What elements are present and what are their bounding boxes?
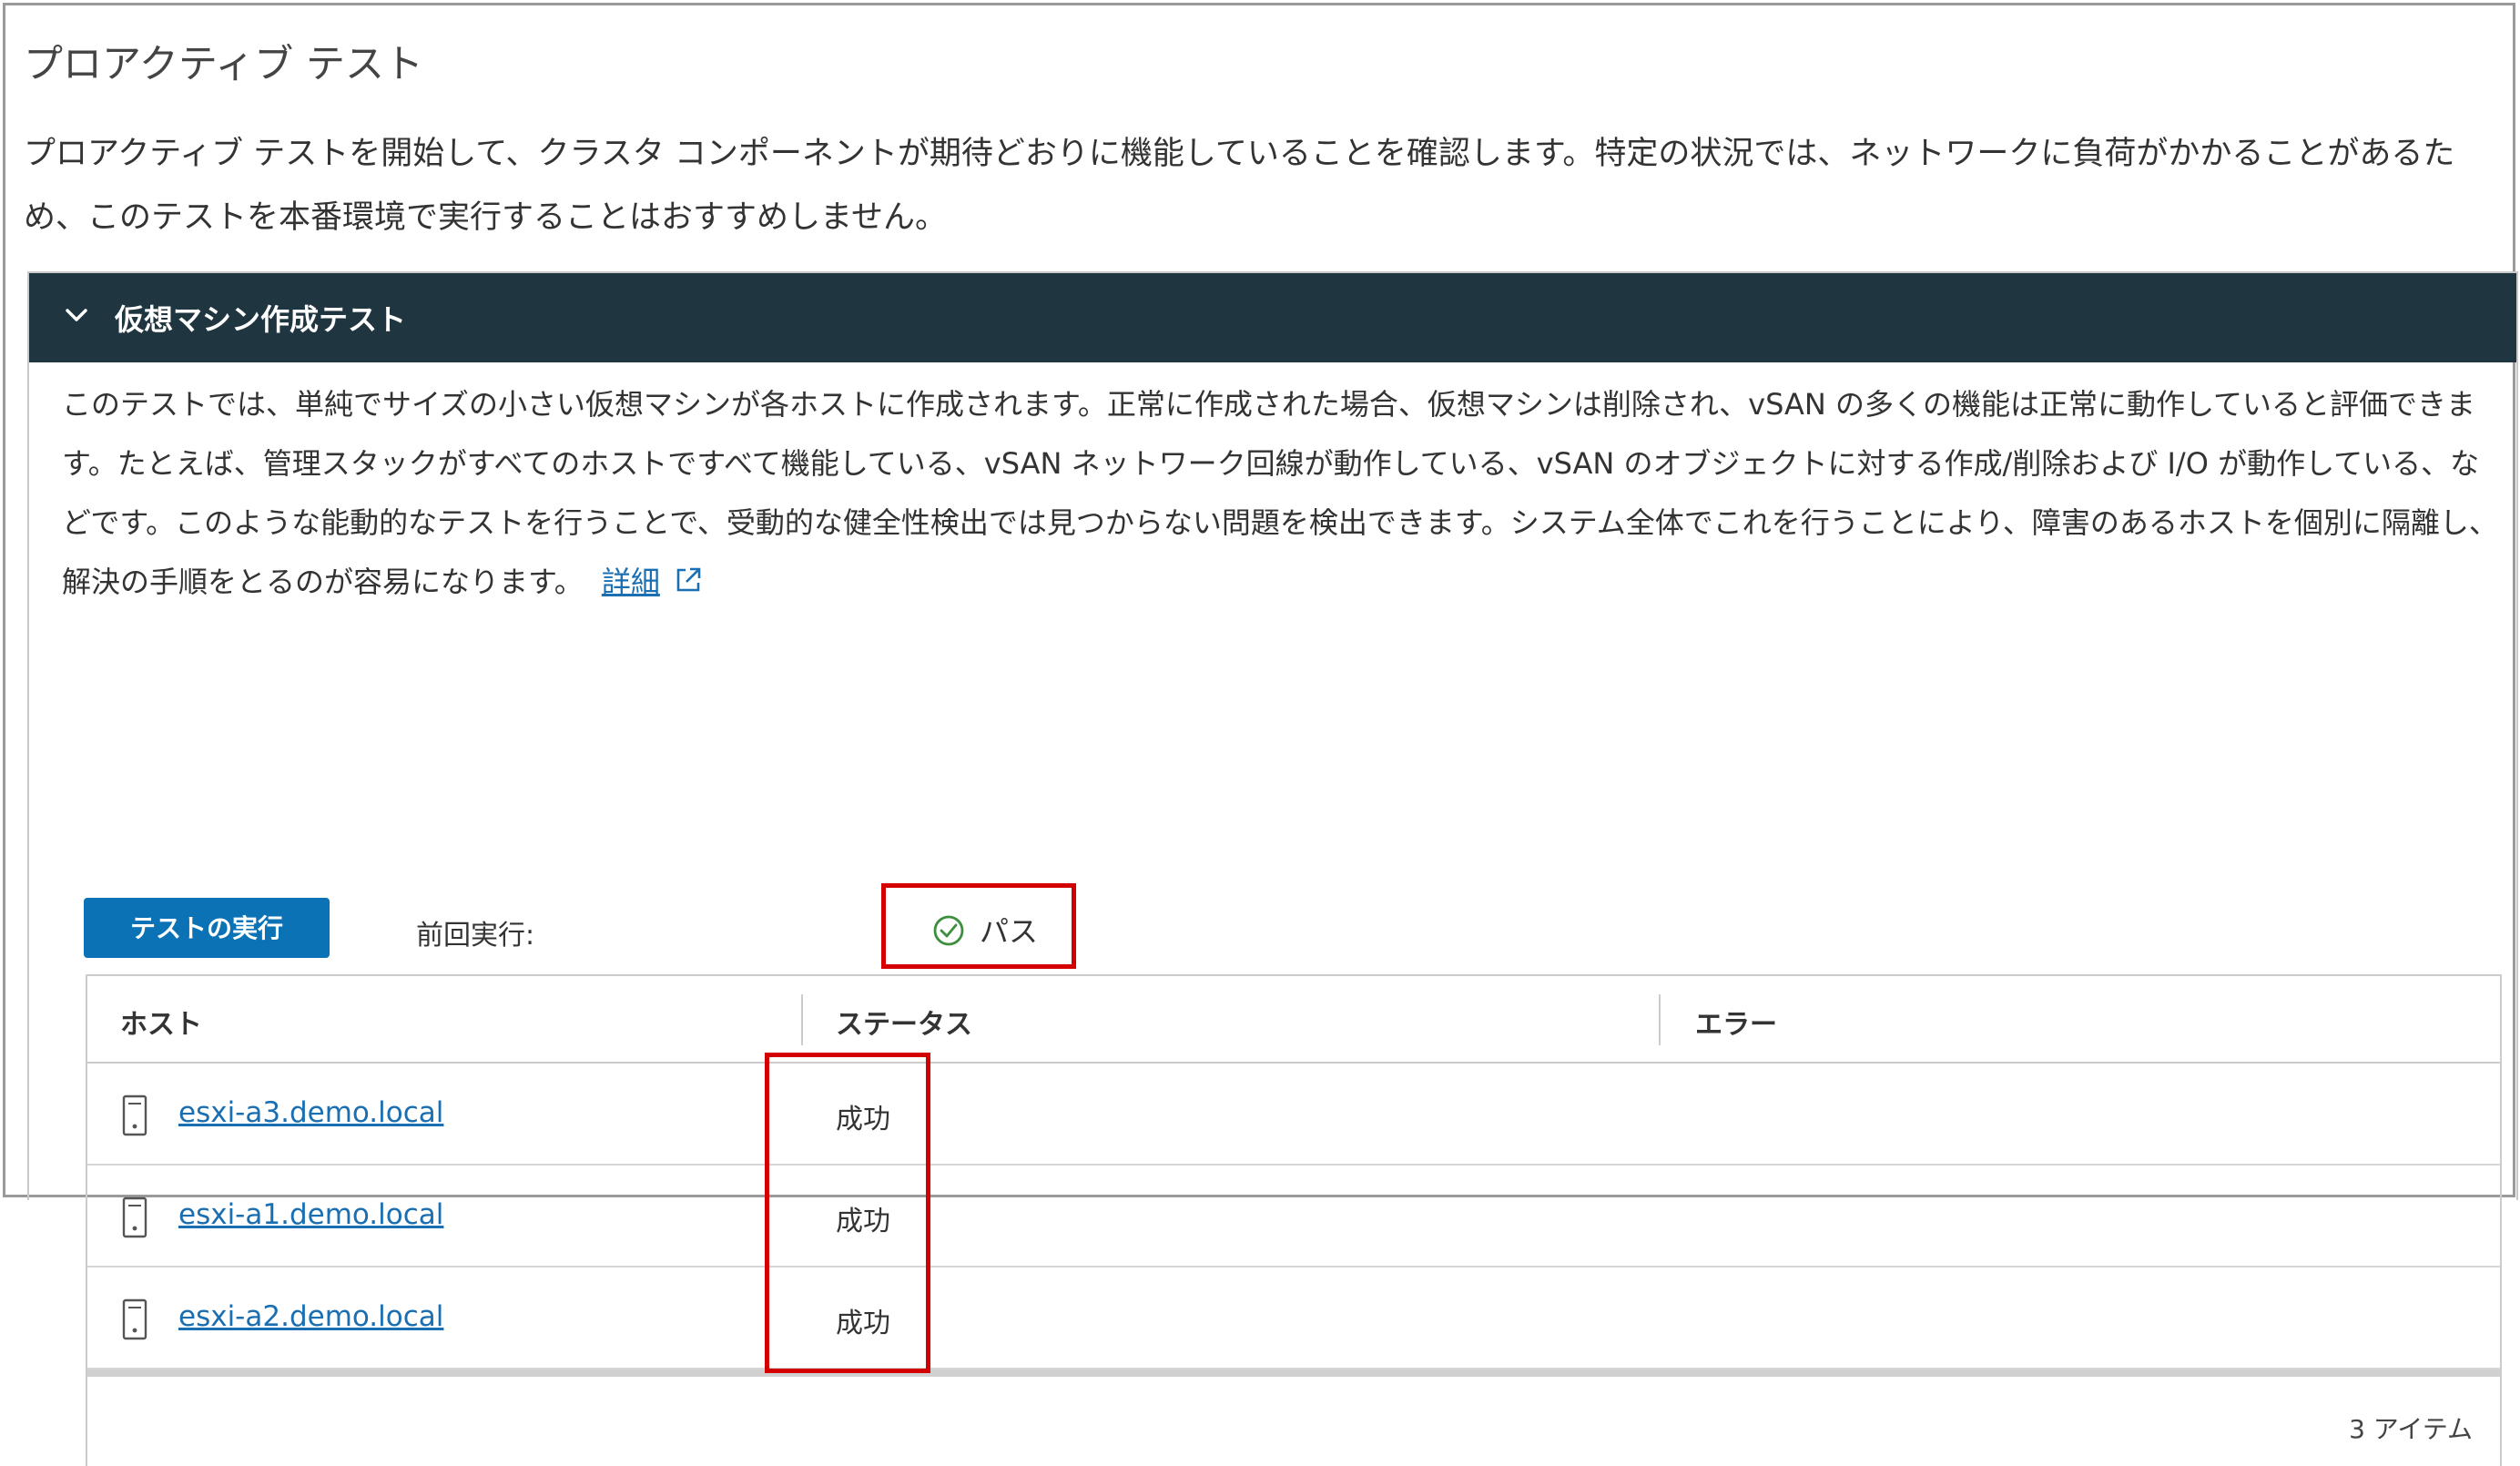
column-header-status[interactable]: ステータス: [836, 1002, 972, 1042]
host-link[interactable]: esxi-a2.demo.local: [178, 1300, 443, 1333]
page-title: プロアクティブ テスト: [24, 42, 423, 87]
item-count: 3 アイテム: [2349, 1414, 2473, 1444]
host-link[interactable]: esxi-a3.demo.local: [178, 1096, 443, 1129]
detail-link[interactable]: 詳細: [602, 565, 660, 599]
table-row: esxi-a2.demo.local 成功: [87, 1267, 2500, 1369]
host-server-icon: [122, 1094, 147, 1136]
page-description: プロアクティブ テストを開始して、クラスタ コンポーネントが期待どおりに機能して…: [24, 136, 2455, 236]
external-link-icon[interactable]: [673, 565, 704, 596]
host-server-icon: [122, 1298, 147, 1340]
column-separator[interactable]: [1659, 994, 1661, 1045]
section-header[interactable]: 仮想マシン作成テスト: [29, 273, 2516, 362]
host-server-icon: [122, 1196, 147, 1238]
column-header-host[interactable]: ホスト: [120, 1002, 202, 1042]
highlight-box-status-column: [765, 1053, 930, 1373]
test-section-card: 仮想マシン作成テスト このテストでは、単純でサイズの小さい仮想マシンが各ホストに…: [27, 271, 2518, 1466]
column-header-error[interactable]: エラー: [1695, 1002, 1777, 1042]
host-results-grid: ホスト ステータス エラー esxi-a3.demo.local 成功 esxi…: [86, 974, 2502, 1466]
table-row: esxi-a3.demo.local 成功: [87, 1064, 2500, 1166]
grid-footer-divider: [87, 1369, 2500, 1377]
last-run-label: 前回実行:: [416, 920, 535, 952]
grid-header: ホスト ステータス エラー: [87, 976, 2500, 1064]
section-title: 仮想マシン作成テスト: [115, 302, 407, 337]
chevron-down-icon[interactable]: [62, 300, 91, 330]
table-row: esxi-a1.demo.local 成功: [87, 1166, 2500, 1267]
section-description-text: このテストでは、単純でサイズの小さい仮想マシンが各ホストに作成されます。正常に作…: [62, 387, 2498, 599]
highlight-box-status: [881, 883, 1076, 969]
run-test-button[interactable]: テストの実行: [84, 898, 330, 958]
host-link[interactable]: esxi-a1.demo.local: [178, 1198, 443, 1231]
section-description: このテストでは、単純でサイズの小さい仮想マシンが各ホストに作成されます。正常に作…: [62, 375, 2502, 612]
column-separator[interactable]: [801, 994, 803, 1045]
window-frame: プロアクティブ テスト プロアクティブ テストを開始して、クラスタ コンポーネン…: [3, 3, 2518, 1466]
